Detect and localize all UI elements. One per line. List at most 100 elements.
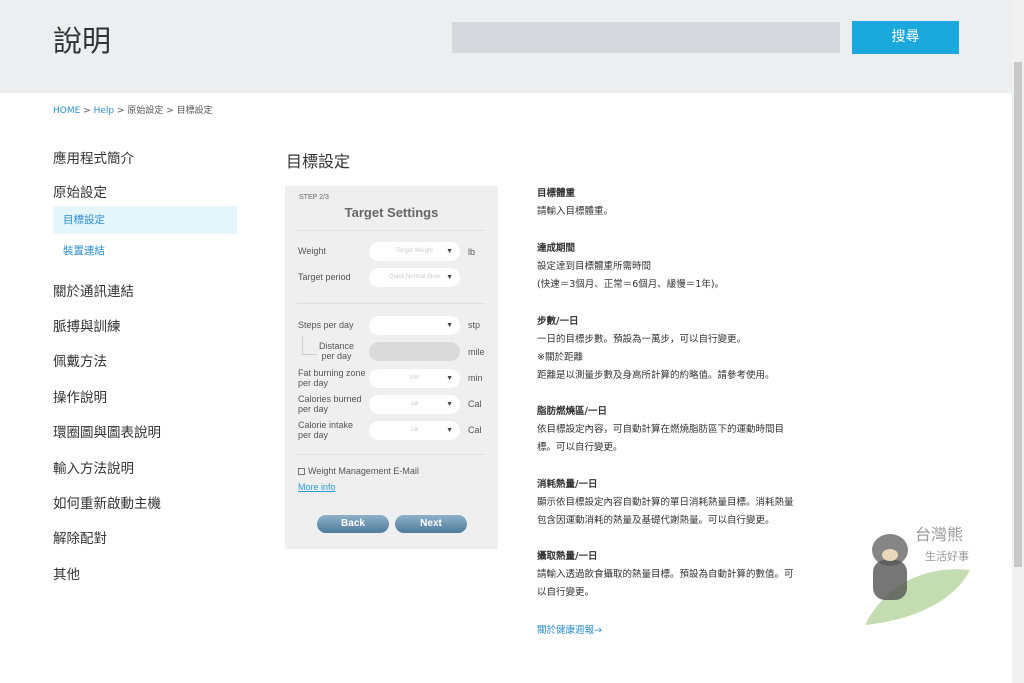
weight-label: Weight [298, 246, 326, 256]
breadcrumb-current: 目標設定 [176, 106, 213, 116]
sidebar-item[interactable]: 如何重新啟動主機 [53, 492, 161, 512]
intake-label: Calorie intake per day [298, 420, 353, 440]
svg-text:生活好事: 生活好事 [925, 549, 969, 563]
sidebar-item[interactable]: 關於通訊連結 [53, 280, 134, 300]
desc-section: 脂肪燃燒區/一日 依目標設定內容，可自動計算在燃燒脂肪區下的運動時間目 標。可以自行… [537, 403, 812, 457]
breadcrumb-sep: > [163, 106, 177, 116]
dropdown-arrow-icon: ▼ [446, 427, 453, 434]
sidebar-item[interactable]: 佩戴方法 [53, 350, 107, 370]
weight-unit: lb [468, 247, 476, 257]
label-line: Calories burned [298, 394, 362, 404]
placeholder: cal [410, 427, 419, 433]
search-input[interactable] [452, 22, 840, 53]
breadcrumb-home[interactable]: HOME [53, 106, 80, 116]
dropdown-arrow-icon: ▼ [446, 375, 453, 382]
dropdown-arrow-icon: ▼ [446, 274, 453, 281]
fat-label: Fat burning zone per day [298, 368, 366, 388]
distance-field [369, 342, 460, 361]
sidebar-item[interactable]: 脈搏與訓練 [53, 315, 121, 335]
burned-select[interactable]: cal ▼ [369, 395, 460, 414]
sidebar-subitem-active[interactable]: 目標設定 [53, 206, 237, 234]
steps-select[interactable]: ▼ [369, 316, 460, 335]
placeholder: min [409, 375, 420, 381]
breadcrumb-level1[interactable]: 原始設定 [127, 106, 163, 116]
burned-unit: Cal [468, 399, 482, 409]
desc-line: 一日的目標步數。預設為一萬步，可以自行變更。 [537, 334, 747, 345]
steps-unit: stp [468, 320, 481, 330]
checkbox-icon[interactable] [298, 468, 305, 475]
section-heading: 目標設定 [286, 152, 351, 171]
target-settings-screenshot: STEP 2/3 Target Settings Weight Target W… [285, 186, 498, 549]
desc-line: 標。可以自行變更。 [537, 442, 623, 453]
sidebar-item[interactable]: 輸入方法說明 [53, 457, 134, 477]
sidebar-item[interactable]: 其他 [53, 563, 80, 583]
sidebar-item[interactable]: 環圈圖與圖表說明 [53, 421, 161, 441]
label-line: per day [321, 351, 352, 361]
checkbox-label: Weight Management E-Mail [308, 466, 419, 476]
dropdown-arrow-icon: ▼ [446, 401, 453, 408]
desc-section: 步數/一日 一日的目標步數。預設為一萬步，可以自行變更。 ※關於距離 距離是以測量步數… [537, 313, 812, 385]
desc-line: 設定達到目標體重所需時間 [537, 261, 652, 272]
desc-line: 距離是以測量步數及身高所計算的約略值。請參考使用。 [537, 370, 775, 381]
burned-label: Calories burned per day [298, 394, 362, 414]
desc-section: 攝取熱量/一日請輸入透過飲食攝取的熱量目標。預設為自動計算的數值。可 以自行變更。 [537, 548, 812, 602]
weight-select[interactable]: Target Weight ▼ [369, 242, 460, 261]
desc-title: 攝取熱量/一日 [537, 551, 598, 562]
svg-text:台灣熊: 台灣熊 [915, 525, 963, 544]
scrollbar-thumb[interactable] [1014, 62, 1022, 567]
distance-unit: mile [468, 347, 485, 357]
more-info-link[interactable]: More info [298, 482, 336, 492]
intake-select[interactable]: cal ▼ [369, 421, 460, 440]
steps-label: Steps per day [298, 320, 354, 330]
dropdown-arrow-icon: ▼ [446, 248, 453, 255]
desc-line: 請輸入透過飲食攝取的熱量目標。預設為自動計算的數值。可 [537, 569, 794, 580]
desc-line: 請輸入目標體重。 [537, 206, 614, 217]
email-checkbox[interactable]: Weight Management E-Mail [298, 466, 419, 476]
desc-line: 顯示依目標設定內容自動計算的單日消耗熱量目標。消耗熱量 [537, 497, 794, 508]
label-line: per day [298, 378, 329, 388]
label-line: Calorie intake [298, 420, 354, 430]
period-select[interactable]: Quick,Normal,Slow ▼ [369, 268, 460, 287]
page-header: 說明 搜尋 [0, 0, 1012, 93]
placeholder: Quick,Normal,Slow [388, 274, 440, 280]
desc-title: 消耗熱量/一日 [537, 479, 598, 490]
sidebar-subitem[interactable]: 裝置連結 [53, 237, 237, 265]
desc-line: 包含因運動消耗的熱量及基礎代謝熱量。可以自行變更。 [537, 515, 775, 526]
divider [297, 303, 485, 304]
back-button[interactable]: Back [317, 515, 389, 533]
divider [297, 454, 485, 455]
label-line: per day [298, 430, 329, 440]
desc-line: 以自行變更。 [537, 587, 595, 598]
next-button[interactable]: Next [395, 515, 467, 533]
desc-section: 消耗熱量/一日顯示依目標設定內容自動計算的單日消耗熱量目標。消耗熱量 包含因運動消… [537, 476, 812, 530]
label-line: Fat burning zone [298, 368, 366, 378]
sidebar-item[interactable]: 應用程式簡介 [53, 147, 134, 167]
placeholder: cal [410, 401, 419, 407]
panel-title: Target Settings [344, 205, 439, 220]
watermark-logo: 台灣熊 生活好事 [865, 525, 970, 625]
label-line: per day [298, 404, 329, 414]
breadcrumb-sep: > [80, 106, 94, 116]
sidebar-item[interactable]: 操作說明 [53, 386, 107, 406]
desc-title: 脂肪燃燒區/一日 [537, 406, 607, 417]
health-report-link[interactable]: 關於健康週報→ [537, 622, 602, 640]
desc-section: 目標體重 請輸入目標體重。 [537, 185, 812, 221]
intake-unit: Cal [468, 425, 482, 435]
desc-section: 達成期間 設定達到目標體重所需時間 (快速＝3個月、正常＝6個月、緩慢＝1年)。 [537, 240, 812, 294]
sidebar-item[interactable]: 原始設定 [53, 181, 107, 201]
distance-label: Distance per day [319, 341, 354, 361]
fat-select[interactable]: min ▼ [369, 369, 460, 388]
scrollbar[interactable] [1012, 0, 1024, 683]
breadcrumb-sep: > [114, 106, 128, 116]
period-label: Target period [298, 272, 351, 282]
step-indicator: STEP 2/3 [299, 194, 329, 201]
breadcrumb-help[interactable]: Help [94, 106, 115, 116]
tree-connector [302, 336, 317, 355]
page-title: 說明 [53, 24, 112, 58]
fat-unit: min [468, 373, 483, 383]
desc-line: ※關於距離 [537, 352, 583, 363]
search-button[interactable]: 搜尋 [852, 21, 959, 54]
sidebar-item[interactable]: 解除配對 [53, 527, 107, 547]
desc-title: 達成期間 [537, 243, 576, 254]
divider [297, 230, 485, 231]
